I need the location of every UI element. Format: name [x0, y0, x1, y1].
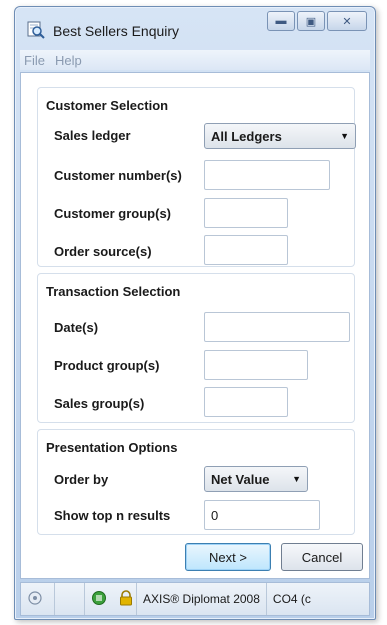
dates-input[interactable] — [204, 312, 350, 342]
minimize-icon: ▬ — [275, 15, 287, 27]
menu-bar: File Help — [20, 50, 370, 70]
customer-numbers-input[interactable] — [204, 160, 330, 190]
order-sources-label: Order source(s) — [54, 244, 152, 259]
chevron-down-icon: ▼ — [292, 474, 301, 484]
lock-icon — [119, 589, 133, 609]
status-product-name: AXIS® Diplomat 2008 — [137, 583, 267, 615]
customer-groups-input[interactable] — [204, 198, 288, 228]
connection-icon — [27, 590, 43, 609]
customer-groups-label: Customer group(s) — [54, 206, 171, 221]
status-company: CO4 (c — [272, 592, 311, 606]
minimize-button[interactable]: ▬ — [267, 11, 295, 31]
sales-ledger-label: Sales ledger — [54, 128, 131, 143]
menu-help[interactable]: Help — [55, 53, 82, 68]
top-n-input[interactable] — [204, 500, 320, 530]
sales-ledger-value: All Ledgers — [211, 128, 282, 144]
enquiry-magnifier-icon — [27, 21, 45, 39]
window-title: Best Sellers Enquiry — [53, 23, 180, 39]
status-cell-lock — [113, 583, 137, 615]
menu-file[interactable]: File — [24, 53, 45, 68]
sales-groups-input[interactable] — [204, 387, 288, 417]
status-cell-connection — [21, 583, 55, 615]
order-sources-input[interactable] — [204, 235, 288, 265]
transaction-selection-title: Transaction Selection — [46, 284, 181, 299]
best-sellers-window: Best Sellers Enquiry ▬ ▣ ✕ File Help Cus… — [14, 6, 376, 620]
maximize-button[interactable]: ▣ — [297, 11, 325, 31]
order-by-value: Net Value — [211, 471, 270, 487]
cancel-button[interactable]: Cancel — [281, 543, 363, 571]
product-groups-label: Product group(s) — [54, 358, 160, 373]
maximize-icon: ▣ — [305, 15, 317, 28]
customer-selection-title: Customer Selection — [46, 98, 169, 113]
sales-groups-label: Sales group(s) — [54, 396, 145, 411]
order-by-label: Order by — [54, 472, 109, 487]
dates-label: Date(s) — [54, 320, 99, 335]
presentation-options-title: Presentation Options — [46, 440, 178, 455]
presentation-options-group: Presentation Options Order by Net Value … — [37, 429, 355, 535]
transaction-selection-group: Transaction Selection Date(s) Product gr… — [37, 273, 355, 423]
status-cell-network — [85, 583, 113, 615]
close-button[interactable]: ✕ — [327, 11, 367, 31]
network-status-icon — [91, 590, 107, 609]
product-groups-input[interactable] — [204, 350, 308, 380]
customer-selection-group: Customer Selection Sales ledger All Ledg… — [37, 87, 356, 267]
next-button[interactable]: Next > — [185, 543, 271, 571]
close-icon: ✕ — [342, 15, 352, 28]
chevron-down-icon: ▼ — [340, 131, 349, 141]
status-cell-blank — [55, 583, 85, 615]
status-bar: AXIS® Diplomat 2008 CO4 (c — [20, 582, 370, 616]
sales-ledger-dropdown[interactable]: All Ledgers ▼ — [204, 123, 356, 149]
title-bar[interactable]: Best Sellers Enquiry ▬ ▣ ✕ — [15, 7, 375, 47]
caption-buttons: ▬ ▣ ✕ — [267, 11, 367, 31]
customer-numbers-label: Customer number(s) — [54, 168, 182, 183]
top-n-label: Show top n results — [54, 508, 171, 523]
dialog-body: Customer Selection Sales ledger All Ledg… — [20, 72, 370, 579]
order-by-dropdown[interactable]: Net Value ▼ — [204, 466, 308, 492]
